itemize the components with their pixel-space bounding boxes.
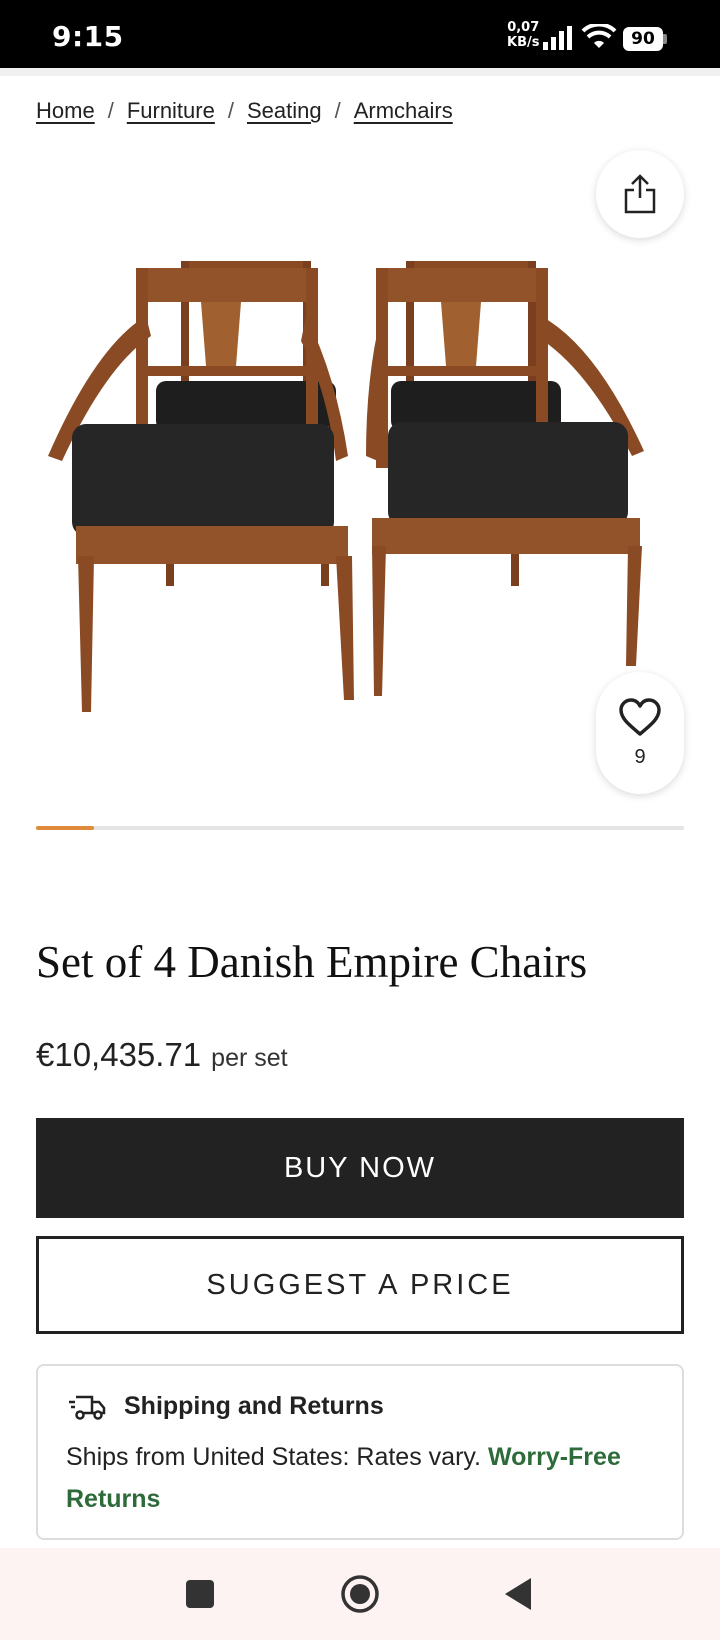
recents-button[interactable] <box>176 1570 224 1618</box>
breadcrumb-furniture[interactable]: Furniture <box>127 98 215 124</box>
battery-indicator: 90 <box>623 27 667 51</box>
breadcrumb-seating[interactable]: Seating <box>247 98 322 124</box>
favorite-button[interactable]: 9 <box>596 672 684 794</box>
breadcrumb-home[interactable]: Home <box>36 98 95 124</box>
shipping-text: Ships from United States: Rates vary. Wo… <box>66 1436 656 1520</box>
system-nav-bar <box>0 1548 720 1640</box>
signal-icon <box>543 26 572 50</box>
breadcrumb-separator: / <box>334 98 341 123</box>
product-image[interactable] <box>36 236 684 776</box>
favorite-count: 9 <box>634 745 646 768</box>
header-divider <box>0 68 720 76</box>
breadcrumb: Home / Furniture / Seating / Armchairs <box>36 98 453 124</box>
share-icon <box>624 174 656 214</box>
back-button[interactable] <box>494 1570 542 1618</box>
battery-level: 90 <box>623 27 663 51</box>
network-speed-value: 0,07 <box>507 20 540 35</box>
price-value: €10,435.71 <box>36 1036 202 1073</box>
breadcrumb-separator: / <box>227 98 234 123</box>
triangle-back-icon <box>505 1578 531 1610</box>
product-title: Set of 4 Danish Empire Chairs <box>36 937 588 987</box>
shipping-header: Shipping and Returns <box>68 1392 384 1421</box>
chair-front-left <box>48 268 354 712</box>
heart-icon <box>619 697 661 736</box>
buy-now-button[interactable]: BUY NOW <box>36 1118 684 1218</box>
breadcrumb-separator: / <box>107 98 114 123</box>
wifi-icon <box>581 24 617 48</box>
price-unit: per set <box>211 1044 288 1072</box>
gallery-progress <box>36 826 684 830</box>
status-time: 9:15 <box>52 20 124 53</box>
shipping-info: Ships from United States: Rates vary. <box>66 1443 481 1471</box>
shipping-title: Shipping and Returns <box>124 1392 384 1420</box>
circle-icon <box>341 1575 379 1613</box>
truck-icon <box>69 1395 106 1420</box>
network-speed: 0,07 KB/s <box>507 20 539 50</box>
shipping-card: Shipping and Returns Ships from United S… <box>36 1364 684 1540</box>
status-bar: 9:15 0,07 KB/s 90 <box>0 0 720 68</box>
price-row: €10,435.71 per set <box>36 1036 288 1074</box>
home-button[interactable] <box>336 1570 384 1618</box>
suggest-price-button[interactable]: SUGGEST A PRICE <box>36 1236 684 1334</box>
network-speed-unit: KB/s <box>507 35 540 50</box>
square-icon <box>186 1580 214 1608</box>
gallery-progress-fill <box>36 826 95 830</box>
battery-tip <box>663 34 667 44</box>
breadcrumb-armchairs[interactable]: Armchairs <box>354 98 453 124</box>
share-button[interactable] <box>596 150 684 238</box>
